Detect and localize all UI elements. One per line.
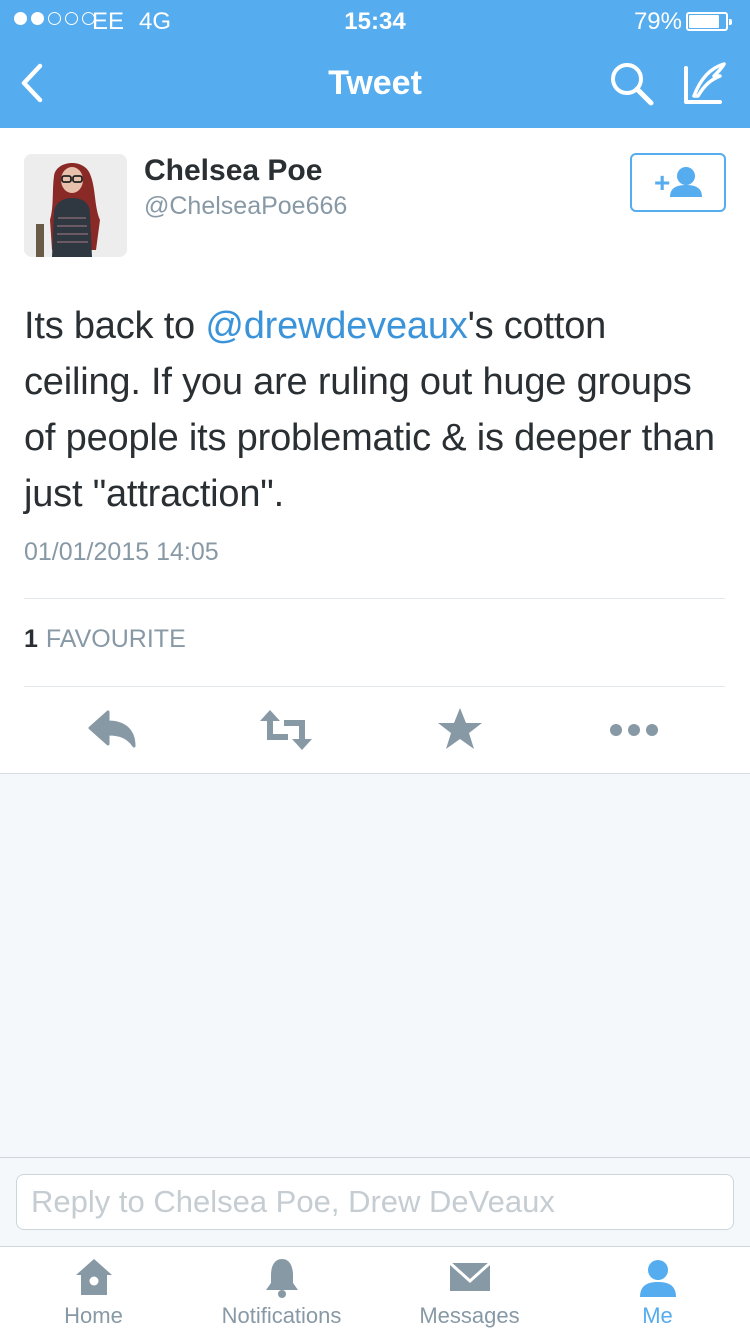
retweet-button[interactable] <box>256 704 316 756</box>
follow-button[interactable]: + <box>630 153 726 212</box>
retweet-icon <box>260 710 312 750</box>
top-bar: EE 4G 15:34 79% Tweet <box>0 0 750 128</box>
more-button[interactable] <box>604 704 664 756</box>
favourite-count-line[interactable]: 1 FAVOURITE <box>24 625 186 654</box>
favourite-count: 1 <box>24 625 38 653</box>
tab-home[interactable]: Home <box>0 1247 187 1334</box>
svg-text:+: + <box>654 167 670 198</box>
divider <box>24 598 725 599</box>
compose-icon <box>684 62 726 104</box>
envelope-icon <box>448 1261 491 1291</box>
add-user-icon: + <box>654 167 702 198</box>
status-bar: EE 4G 15:34 79% <box>0 0 750 40</box>
battery-icon <box>686 12 732 31</box>
tab-notifications[interactable]: Notifications <box>188 1247 375 1334</box>
author-name[interactable]: Chelsea Poe <box>144 154 322 188</box>
reply-button[interactable] <box>84 704 144 756</box>
person-icon <box>639 1260 676 1297</box>
avatar[interactable] <box>24 154 127 257</box>
divider <box>24 686 725 687</box>
favorite-button[interactable] <box>430 704 490 756</box>
tab-label-home: Home <box>64 1303 123 1328</box>
favourite-label: FAVOURITE <box>45 625 186 653</box>
star-icon <box>438 708 482 749</box>
reply-bar <box>0 1157 750 1246</box>
battery-percent: 79% <box>633 8 682 35</box>
reply-icon <box>88 710 136 748</box>
tweet-card: Chelsea Poe @ChelseaPoe666 + Its back to… <box>0 128 750 774</box>
search-button[interactable] <box>608 60 656 108</box>
tab-messages[interactable]: Messages <box>376 1247 563 1334</box>
tweet-timestamp: 01/01/2015 14:05 <box>24 538 219 566</box>
author-handle[interactable]: @ChelseaPoe666 <box>144 192 347 221</box>
tab-label-me: Me <box>642 1303 673 1328</box>
tweet-text-before: Its back to <box>24 305 206 347</box>
tweet-text: Its back to @drewdeveaux's cotton ceilin… <box>24 298 724 522</box>
tab-label-notifications: Notifications <box>221 1303 342 1328</box>
home-icon <box>75 1259 112 1295</box>
tab-me[interactable]: Me <box>564 1247 750 1334</box>
bell-icon <box>265 1259 298 1298</box>
reply-input[interactable] <box>16 1174 734 1230</box>
more-icon <box>610 724 658 736</box>
tab-bar: Home Notifications Messages Me <box>0 1246 750 1334</box>
avatar-image <box>24 154 127 257</box>
mention-link[interactable]: @drewdeveaux <box>205 305 467 347</box>
tab-label-messages: Messages <box>419 1303 520 1328</box>
search-icon <box>611 63 654 106</box>
compose-button[interactable] <box>680 58 732 110</box>
